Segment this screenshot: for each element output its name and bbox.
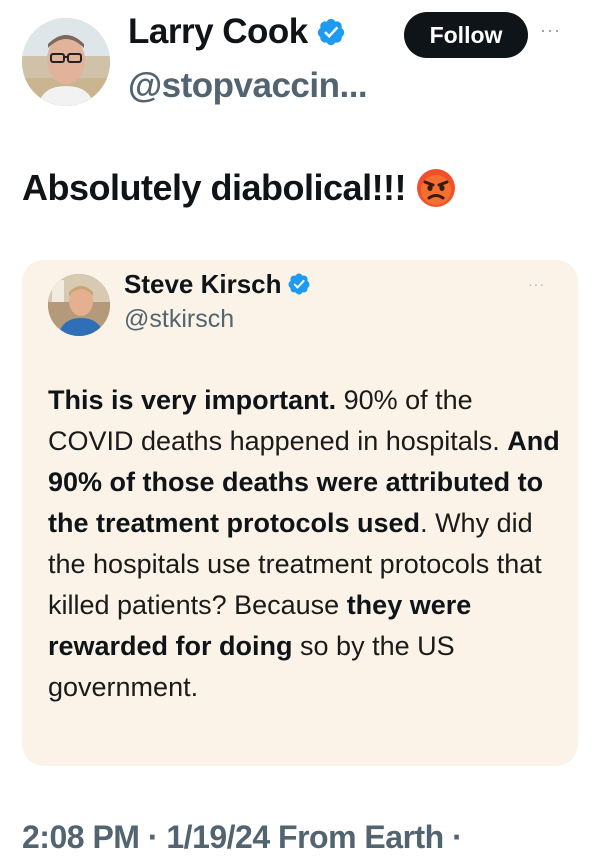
tweet-text-content: Absolutely diabolical!!! [22,167,407,208]
quoted-author-name-row: Steve Kirsch [124,266,311,302]
quoted-tweet-body: This is very important. 90% of the COVID… [48,380,560,708]
quoted-more-options-icon: ··· [528,276,545,292]
verified-badge-icon [317,18,344,46]
more-options-icon[interactable]: ··· [540,20,561,41]
author-avatar-image [22,18,110,106]
quoted-author-handle[interactable]: @stkirsch [124,302,234,336]
tweet-text: Absolutely diabolical!!! [22,164,456,212]
follow-button[interactable]: Follow [404,12,528,58]
author-name-row: Larry Cook [128,10,346,54]
tweet-timestamp[interactable]: 2:08 PM · 1/19/24 From Earth · [22,815,463,859]
quoted-author-avatar-image [48,274,110,336]
tweet-header: Larry Cook @stopvaccin... Follow ··· [0,0,600,120]
author-handle[interactable]: @stopvaccin... [128,64,368,108]
quoted-body-segment: This is very important. [48,385,337,415]
quoted-author-name[interactable]: Steve Kirsch [124,266,282,302]
author-name[interactable]: Larry Cook [128,10,308,54]
author-avatar[interactable] [22,18,110,106]
verified-badge-icon [288,273,310,295]
quoted-tweet-card[interactable]: Steve Kirsch @stkirsch ··· This is very … [22,260,578,766]
angry-face-emoji-icon [417,169,456,207]
quoted-author-avatar[interactable] [48,274,110,336]
